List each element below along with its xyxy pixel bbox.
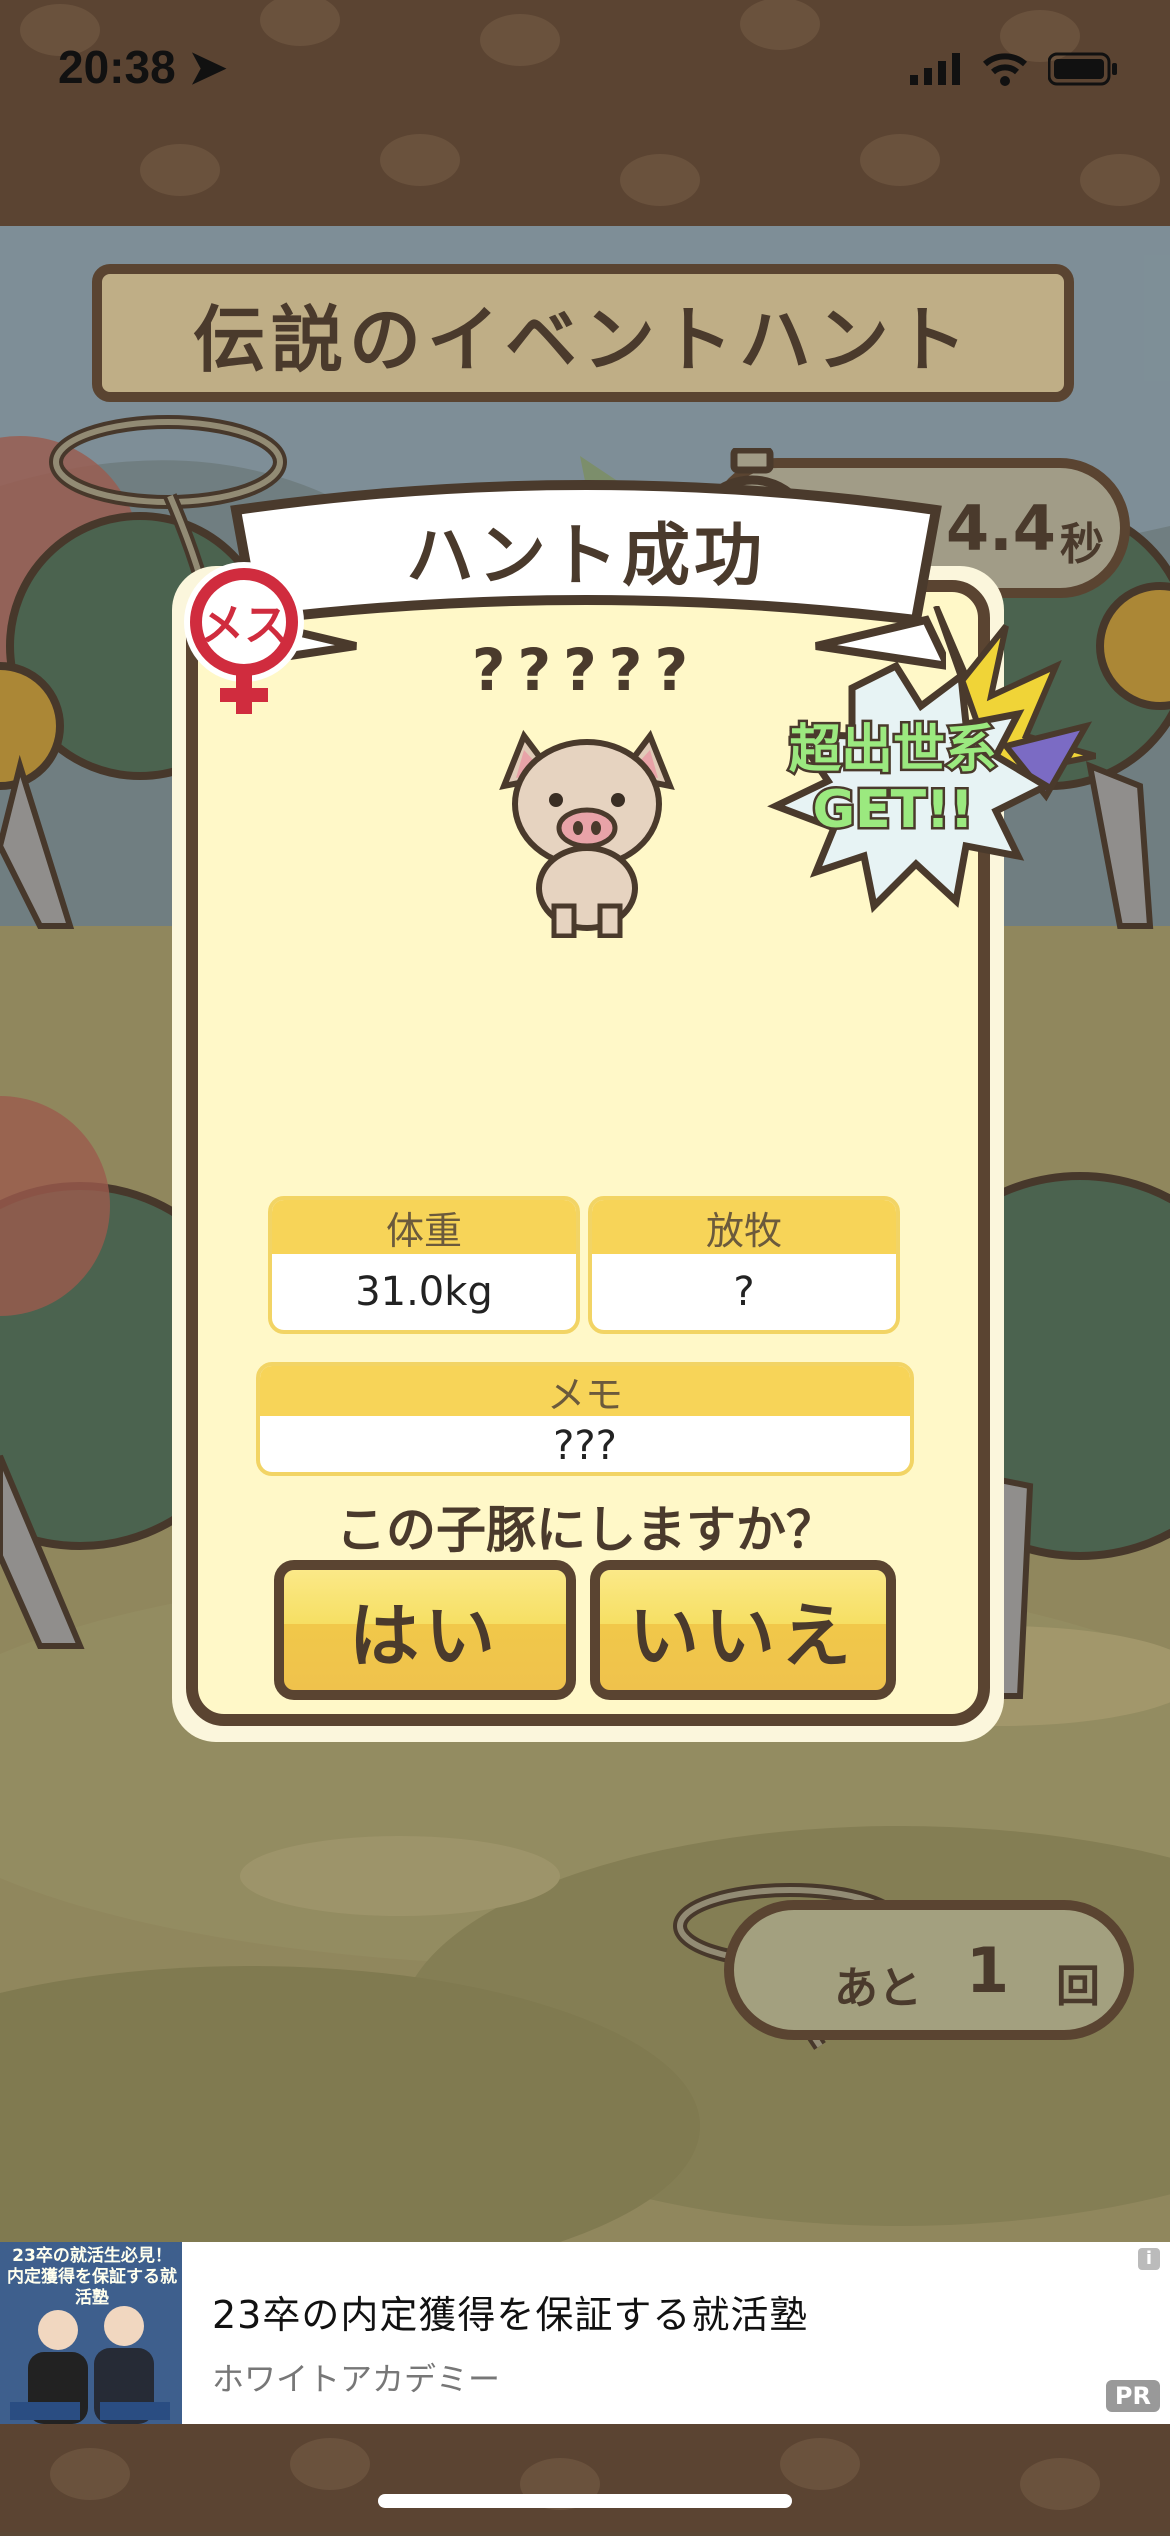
ad-banner[interactable]: 23卒の就活生必見！内定獲得を保証する就活塾 23卒の内定獲得を保証する就活塾 … <box>0 2242 1170 2424</box>
attempts-suffix: 回 <box>1056 1961 1100 2012</box>
burst-line-1: 超出世系 <box>786 718 999 783</box>
status-time: 20:38 ➤ <box>58 41 227 93</box>
bean-pattern-bottom <box>50 2438 1100 2510</box>
hunt-success-title: ハント成功 <box>405 517 766 596</box>
attempts-prefix: あと <box>834 1963 922 2014</box>
grazing-label: 放牧 <box>592 1200 896 1254</box>
grazing-field: 放牧 ? <box>588 1196 900 1334</box>
burst-line-2: GET!! <box>810 778 976 843</box>
ad-pr-badge: PR <box>1105 2380 1160 2412</box>
no-button[interactable]: いいえ <box>590 1560 896 1700</box>
confirm-question: この子豚にしますか？ <box>336 1501 836 1559</box>
ad-info-icon[interactable]: i <box>1138 2248 1160 2270</box>
battery-icon <box>1048 52 1117 86</box>
home-indicator[interactable] <box>378 2494 792 2508</box>
timer-value: 4.4 <box>946 492 1056 565</box>
yes-button[interactable]: はい <box>274 1560 576 1700</box>
status-bar: 20:38 ➤ <box>0 0 1170 226</box>
svg-text:メス: メス <box>200 600 288 651</box>
wifi-icon <box>983 53 1027 86</box>
grazing-value: ? <box>733 1269 755 1315</box>
ad-advertiser: ホワイトアカデミー <box>212 2360 501 2398</box>
memo-field: メモ ??? <box>256 1362 914 1476</box>
timer-suffix: 秒 <box>1060 519 1104 570</box>
weight-field: 体重 31.0kg <box>268 1196 580 1334</box>
location-arrow-icon: ➤ <box>188 41 227 93</box>
cellular-signal-icon <box>910 53 960 85</box>
memo-value: ??? <box>553 1423 617 1469</box>
event-title: 伝説のイベントハント <box>192 297 973 382</box>
attempts-value: 1 <box>966 1934 1010 2007</box>
ad-title[interactable]: 23卒の内定獲得を保証する就活塾 <box>212 2284 808 2339</box>
bean-pattern <box>20 0 1160 206</box>
piglet-icon <box>499 729 675 938</box>
bottom-bar <box>0 2424 1170 2532</box>
event-title-board: 伝説のイベントハント <box>92 264 1074 402</box>
weight-value: 31.0kg <box>355 1269 493 1315</box>
ad-thumbnail[interactable]: 23卒の就活生必見！内定獲得を保証する就活塾 <box>0 2242 182 2424</box>
memo-label: メモ <box>260 1366 910 1417</box>
status-icons <box>910 52 1118 86</box>
super-lineage-get-badge: 超出世系 GET!! <box>758 718 1028 843</box>
ad-people-image <box>10 2306 170 2424</box>
attempts-remaining: あと 1 回 <box>724 1900 1134 2040</box>
weight-label: 体重 <box>272 1200 576 1254</box>
